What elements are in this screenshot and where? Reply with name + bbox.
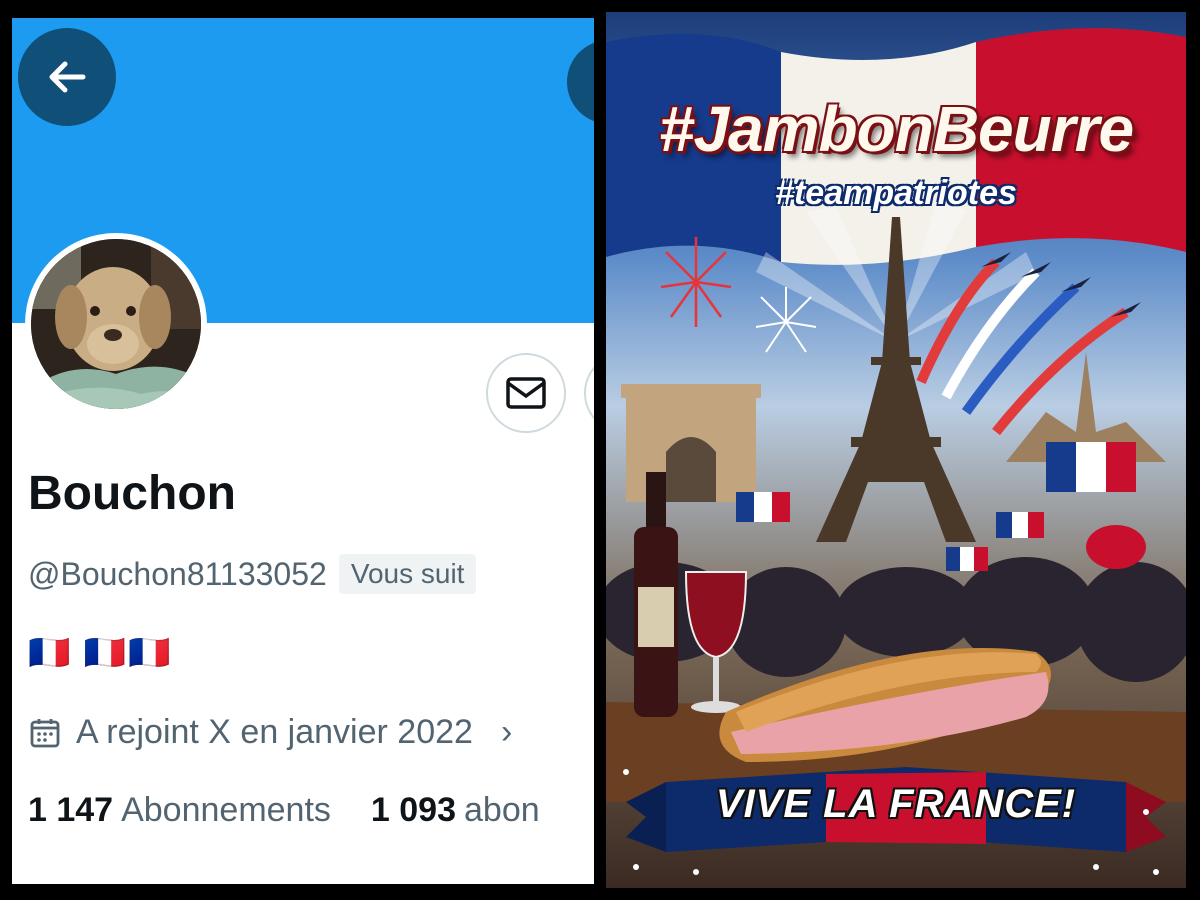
chevron-right-icon: › (500, 713, 513, 751)
followers-count: 1 093 (370, 791, 456, 829)
profile-screenshot: Bouchon @Bouchon81133052 Vous suit 🇫🇷 🇫🇷… (12, 18, 594, 884)
back-arrow-icon (49, 61, 86, 93)
followers-label: abon (464, 791, 540, 829)
poster-slogan: VIVE LA FRANCE! (715, 782, 1077, 826)
mail-icon (506, 377, 546, 409)
joined-date-row[interactable]: A rejoint X en janvier 2022 › (28, 713, 512, 752)
joined-date: A rejoint X en janvier 2022 (76, 713, 473, 751)
followers-link[interactable]: 1 093 abon (371, 791, 540, 830)
poster-hashtag-main: #JambonBeurre (658, 93, 1134, 165)
handle-row: @Bouchon81133052 Vous suit (28, 554, 477, 594)
follow-stats: 1 147 Abonnements 1 093 abon (28, 791, 540, 830)
firework-red (660, 237, 732, 327)
avatar[interactable] (25, 233, 207, 415)
wine-bottle (634, 472, 678, 717)
following-link[interactable]: 1 147 Abonnements (28, 791, 331, 830)
poster-hashtag-sub: #teampatriotes (775, 174, 1017, 212)
calendar-icon (30, 718, 60, 747)
notifications-button[interactable] (584, 353, 594, 433)
follows-you-badge: Vous suit (338, 554, 477, 594)
bio: 🇫🇷 🇫🇷🇫🇷 (28, 634, 173, 672)
avatar-image (31, 239, 201, 409)
message-button[interactable] (486, 353, 566, 433)
handle: @Bouchon81133052 (28, 555, 327, 592)
following-count: 1 147 (28, 791, 114, 829)
following-label: Abonnements (121, 791, 331, 829)
back-button[interactable] (18, 28, 116, 126)
display-name: Bouchon (28, 467, 236, 520)
patriotic-poster: #JambonBeurre #teampatriotes VIVE LA FRA… (606, 12, 1186, 888)
